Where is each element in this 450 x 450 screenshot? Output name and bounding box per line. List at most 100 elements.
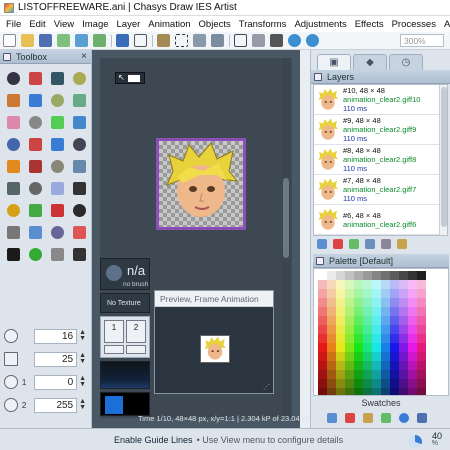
layout-icon[interactable] — [252, 34, 265, 47]
swatch[interactable] — [354, 280, 363, 289]
swatch[interactable] — [363, 334, 372, 343]
swatch[interactable] — [408, 334, 417, 343]
marker-tool-icon[interactable] — [24, 89, 46, 111]
swatch[interactable] — [363, 280, 372, 289]
swatch[interactable] — [390, 316, 399, 325]
swatch[interactable] — [345, 379, 354, 388]
swatch[interactable] — [417, 298, 426, 307]
swatch[interactable] — [318, 388, 327, 395]
image-frame[interactable] — [156, 138, 246, 230]
swatch[interactable] — [381, 316, 390, 325]
swatch[interactable] — [390, 334, 399, 343]
spinner-icon[interactable]: ▲ ▼ — [79, 329, 88, 342]
swatch[interactable] — [408, 307, 417, 316]
resize-grip-icon[interactable]: ⋰ — [263, 383, 270, 391]
dropper-tool-icon[interactable] — [68, 111, 90, 133]
menu-view[interactable]: View — [50, 19, 78, 30]
swatch[interactable] — [354, 388, 363, 395]
menu-image[interactable]: Image — [78, 19, 112, 30]
swatch[interactable] — [327, 316, 336, 325]
share-icon[interactable] — [93, 34, 106, 47]
swatch[interactable] — [399, 370, 408, 379]
merge-layer-icon[interactable] — [349, 239, 359, 249]
swatch[interactable] — [408, 370, 417, 379]
add-layer-icon[interactable] — [57, 34, 70, 47]
swatch[interactable] — [318, 352, 327, 361]
swatch[interactable] — [408, 343, 417, 352]
swatch[interactable] — [345, 325, 354, 334]
swatch[interactable] — [318, 379, 327, 388]
swatch[interactable] — [345, 343, 354, 352]
swatch[interactable] — [417, 280, 426, 289]
swatch[interactable] — [345, 370, 354, 379]
swatch[interactable] — [336, 325, 345, 334]
swatch[interactable] — [363, 379, 372, 388]
swatch[interactable] — [372, 334, 381, 343]
spinner-icon[interactable]: ▲ ▼ — [79, 398, 88, 411]
status-action[interactable]: Enable Guide Lines — [114, 435, 193, 445]
swatch[interactable] — [327, 280, 336, 289]
add-swatch-icon[interactable] — [327, 413, 337, 423]
scroll-thumb[interactable] — [441, 87, 447, 227]
swatch[interactable] — [381, 352, 390, 361]
edit-layer-icon[interactable] — [397, 239, 407, 249]
swatch[interactable] — [399, 325, 408, 334]
tab-layers[interactable]: ▣ — [317, 54, 351, 70]
load-palette-icon[interactable] — [381, 413, 391, 423]
swatch[interactable] — [372, 271, 381, 280]
tab-history[interactable]: ◷ — [389, 54, 423, 70]
swatch[interactable] — [417, 307, 426, 316]
swatch[interactable] — [372, 352, 381, 361]
swatch[interactable] — [381, 361, 390, 370]
swatch[interactable] — [318, 298, 327, 307]
menu-file[interactable]: File — [2, 19, 25, 30]
warp-tool-icon[interactable] — [24, 133, 46, 155]
swatch[interactable] — [354, 343, 363, 352]
swatch[interactable] — [390, 379, 399, 388]
swatch[interactable] — [363, 289, 372, 298]
swatch[interactable] — [372, 298, 381, 307]
swatch[interactable] — [381, 271, 390, 280]
swatch[interactable] — [381, 334, 390, 343]
swatch[interactable] — [381, 298, 390, 307]
swatch[interactable] — [327, 388, 336, 395]
swatch[interactable] — [345, 271, 354, 280]
swatch[interactable] — [417, 316, 426, 325]
swatch[interactable] — [336, 379, 345, 388]
swatch[interactable] — [336, 271, 345, 280]
swatch[interactable] — [417, 388, 426, 395]
swatch[interactable] — [399, 334, 408, 343]
swatch[interactable] — [390, 361, 399, 370]
swatch[interactable] — [336, 370, 345, 379]
swatch[interactable] — [363, 352, 372, 361]
swatch[interactable] — [408, 379, 417, 388]
swatch[interactable] — [372, 307, 381, 316]
swatch[interactable] — [417, 289, 426, 298]
swatch[interactable] — [408, 388, 417, 395]
swatch[interactable] — [399, 316, 408, 325]
smear-tool-icon[interactable] — [68, 133, 90, 155]
swatch[interactable] — [363, 271, 372, 280]
swatch[interactable] — [390, 280, 399, 289]
swatch[interactable] — [336, 289, 345, 298]
layer-row[interactable]: #8, 48 × 48 animation_clear2.giff8 110 ms — [314, 145, 447, 175]
swatch[interactable] — [345, 307, 354, 316]
swatch[interactable] — [399, 361, 408, 370]
swatch[interactable] — [381, 379, 390, 388]
swatch[interactable] — [417, 271, 426, 280]
shape-tool-icon[interactable] — [24, 221, 46, 243]
gradient-preview[interactable] — [100, 361, 150, 389]
select-tool-icon[interactable] — [2, 177, 24, 199]
brush-button-1[interactable]: 1 — [104, 320, 124, 343]
swatch[interactable] — [318, 289, 327, 298]
monitor-icon[interactable] — [270, 34, 283, 47]
pen-tool-icon[interactable] — [46, 67, 68, 89]
frame-selector[interactable]: ↖ — [115, 72, 145, 84]
sphere-tool-icon[interactable] — [2, 155, 24, 177]
swatch[interactable] — [408, 361, 417, 370]
swatch[interactable] — [345, 361, 354, 370]
sponge-tool-icon[interactable] — [24, 155, 46, 177]
swatch[interactable] — [363, 370, 372, 379]
delete-swatch-icon[interactable] — [345, 413, 355, 423]
swatch[interactable] — [399, 289, 408, 298]
